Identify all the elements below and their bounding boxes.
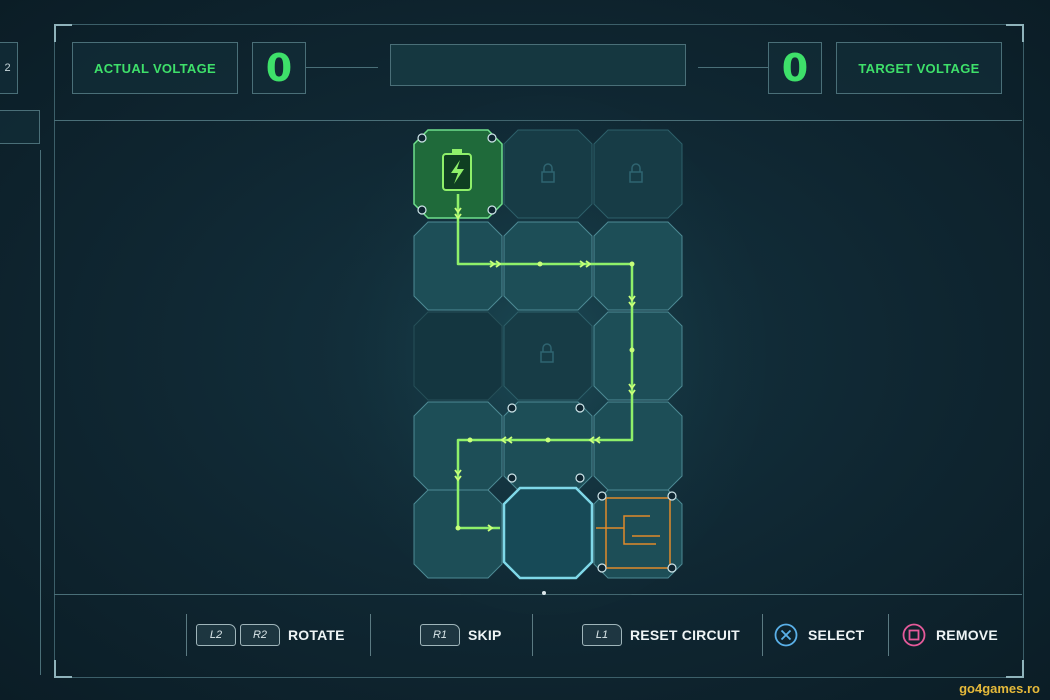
tile-locked-1 [503,129,593,219]
tile-wire-r3c3[interactable] [593,311,683,401]
control-separator-3 [532,614,533,656]
control-select[interactable]: SELECT [774,616,864,654]
remove-label: REMOVE [936,627,998,643]
control-rotate[interactable]: L2 R2 ROTATE [196,616,345,654]
watermark-text: go4games.ro [959,681,1040,696]
l1-key-icon: L1 [582,624,622,646]
skip-label: SKIP [468,627,502,643]
tile-selected-empty[interactable] [502,486,594,580]
control-separator-5 [888,614,889,656]
tile-empty-r3c1 [413,311,503,401]
control-separator-1 [186,614,187,656]
rotate-label: ROTATE [288,627,345,643]
control-separator-4 [762,614,763,656]
tile-locked-3 [503,311,593,401]
cross-button-icon [774,623,798,647]
square-button-icon [902,623,926,647]
control-remove[interactable]: REMOVE [902,616,998,654]
tile-locked-2 [593,129,683,219]
control-reset-circuit[interactable]: L1 RESET CIRCUIT [582,616,740,654]
circuit-puzzle-board [326,95,766,615]
select-label: SELECT [808,627,865,643]
r2-key-icon: R2 [240,624,280,646]
control-skip[interactable]: R1 SKIP [420,616,501,654]
l2-key-icon: L2 [196,624,236,646]
tile-wire-r4c3[interactable] [593,401,683,491]
r1-key-icon: R1 [420,624,460,646]
page-indicator-dot [542,591,546,595]
tile-wire-r2c2[interactable] [503,221,593,311]
tile-wire-r2c3[interactable] [593,221,683,311]
control-separator-2 [370,614,371,656]
reset-circuit-label: RESET CIRCUIT [630,627,740,643]
